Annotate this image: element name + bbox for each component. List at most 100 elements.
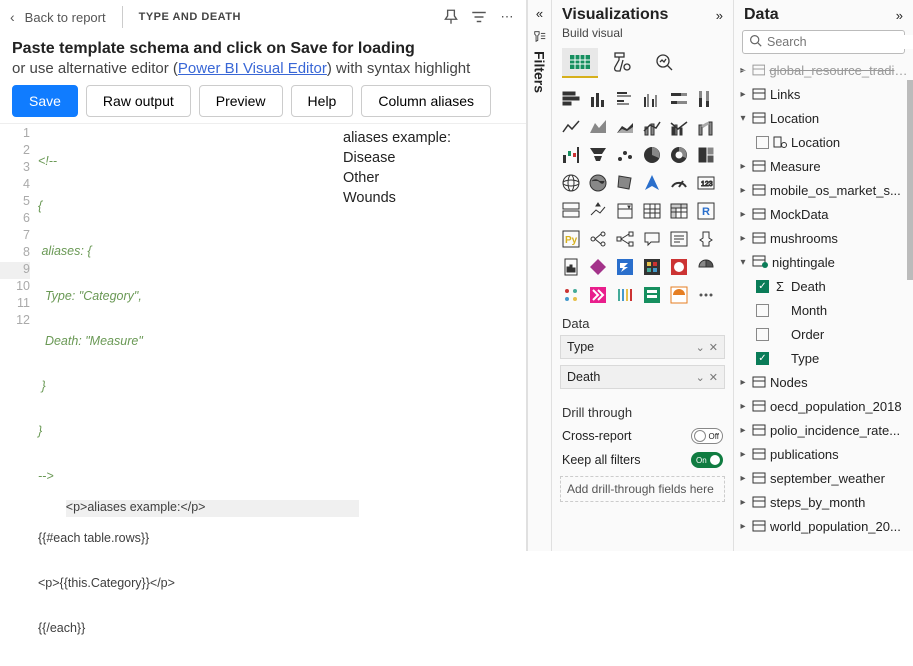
code-editor[interactable]: 123456789101112 <!-- { aliases: { Type: … [0,124,335,513]
table-row[interactable]: ▸Measure [738,154,909,178]
chevron-down-icon[interactable]: ⌄ [696,371,705,384]
table-row[interactable]: ▸mushrooms [738,226,909,250]
table-row[interactable]: ▸polio_incidence_rate... [738,418,909,442]
more-icon[interactable]: ⋯ [498,8,516,26]
field-row[interactable]: ✓ΣDeath [738,274,909,298]
cross-report-toggle[interactable]: Off [691,428,723,444]
viz-scatter[interactable] [614,144,636,166]
viz-donut[interactable] [668,144,690,166]
build-tab-analytics[interactable] [646,48,682,78]
viz-filled-map[interactable] [587,172,609,194]
viz-clustered-column[interactable] [641,88,663,110]
preview-button[interactable]: Preview [199,85,283,117]
chevron-down-icon[interactable]: ⌄ [696,341,705,354]
viz-azure-map[interactable] [641,172,663,194]
back-chevron-icon[interactable]: ‹ [10,9,15,25]
viz-stacked-bar[interactable] [560,88,582,110]
viz-ribbon[interactable] [695,116,717,138]
remove-field-icon[interactable]: ✕ [709,371,718,384]
viz-custom7[interactable] [641,284,663,306]
collapse-viz-icon[interactable]: » [716,8,723,23]
viz-pie[interactable] [641,144,663,166]
viz-table[interactable] [641,200,663,222]
visual-editor-link[interactable]: Power BI Visual Editor [178,60,327,77]
viz-custom1[interactable] [641,256,663,278]
viz-custom8[interactable] [668,284,690,306]
viz-python[interactable]: Py [560,228,582,250]
viz-qa[interactable] [641,228,663,250]
table-row[interactable]: ▸MockData [738,202,909,226]
viz-more-ellipsis[interactable] [695,284,717,306]
back-to-report[interactable]: Back to report [25,10,106,25]
table-row[interactable]: ▸oecd_population_2018 [738,394,909,418]
viz-card[interactable]: 123 [695,172,717,194]
viz-multi-row-card[interactable] [560,200,582,222]
viz-matrix[interactable] [668,200,690,222]
remove-field-icon[interactable]: ✕ [709,341,718,354]
pin-icon[interactable] [442,8,460,26]
filter-icon[interactable] [470,8,488,26]
code-content[interactable]: <!-- { aliases: { Type: "Category", Deat… [36,124,335,513]
viz-custom2[interactable] [668,256,690,278]
help-button[interactable]: Help [291,85,354,117]
viz-automate[interactable] [614,256,636,278]
field-well-death[interactable]: Death ⌄ ✕ [560,365,725,389]
viz-custom3[interactable] [695,256,717,278]
field-row[interactable]: Order [738,322,909,346]
viz-shape-map[interactable] [614,172,636,194]
table-row[interactable]: ▸global_resource_tradin... [738,58,909,82]
field-row[interactable]: ✓Type [738,346,909,370]
checkbox[interactable] [756,328,769,341]
viz-100-stacked-column[interactable] [695,88,717,110]
field-row[interactable]: Location [738,130,909,154]
viz-line-stacked-column[interactable] [641,116,663,138]
table-row[interactable]: ▾nightingale [738,250,909,274]
viz-paginated[interactable] [560,256,582,278]
viz-gauge[interactable] [668,172,690,194]
filters-pane-collapsed[interactable]: « Filters [527,0,551,551]
checkbox[interactable] [756,304,769,317]
viz-stacked-column[interactable] [587,88,609,110]
table-row[interactable]: ▸mobile_os_market_s... [738,178,909,202]
viz-r[interactable]: R [695,200,717,222]
viz-custom4[interactable] [560,284,582,306]
table-row[interactable]: ▾Location [738,106,909,130]
viz-waterfall[interactable] [560,144,582,166]
keep-filters-toggle[interactable]: On [691,452,723,468]
collapse-data-icon[interactable]: » [896,8,903,23]
checkbox[interactable]: ✓ [756,280,769,293]
search-input[interactable] [767,35,913,49]
viz-line[interactable] [560,116,582,138]
viz-funnel[interactable] [587,144,609,166]
viz-smart-narrative[interactable] [668,228,690,250]
viz-goals[interactable] [695,228,717,250]
table-row[interactable]: ▸Links [738,82,909,106]
table-row[interactable]: ▸september_weather [738,466,909,490]
build-tab-fields[interactable] [562,48,598,78]
viz-line-clustered-column[interactable] [668,116,690,138]
viz-stacked-area[interactable] [614,116,636,138]
expand-icon[interactable]: « [536,6,543,21]
viz-map[interactable] [560,172,582,194]
scrollbar-thumb[interactable] [907,80,913,280]
save-button[interactable]: Save [12,85,78,117]
viz-kpi[interactable] [587,200,609,222]
raw-output-button[interactable]: Raw output [86,85,191,117]
table-row[interactable]: ▸world_population_20... [738,514,909,538]
build-tab-format[interactable] [604,48,640,78]
viz-area[interactable] [587,116,609,138]
viz-clustered-bar[interactable] [614,88,636,110]
viz-treemap[interactable] [695,144,717,166]
column-aliases-button[interactable]: Column aliases [361,85,491,117]
viz-100-stacked-bar[interactable] [668,88,690,110]
field-well-type[interactable]: Type ⌄ ✕ [560,335,725,359]
field-row[interactable]: Month [738,298,909,322]
table-row[interactable]: ▸publications [738,442,909,466]
viz-decomposition[interactable] [614,228,636,250]
viz-custom6[interactable] [614,284,636,306]
viz-powerapps[interactable] [587,256,609,278]
checkbox[interactable] [756,136,769,149]
search-box[interactable] [742,30,905,54]
checkbox[interactable]: ✓ [756,352,769,365]
table-row[interactable]: ▸Nodes [738,370,909,394]
